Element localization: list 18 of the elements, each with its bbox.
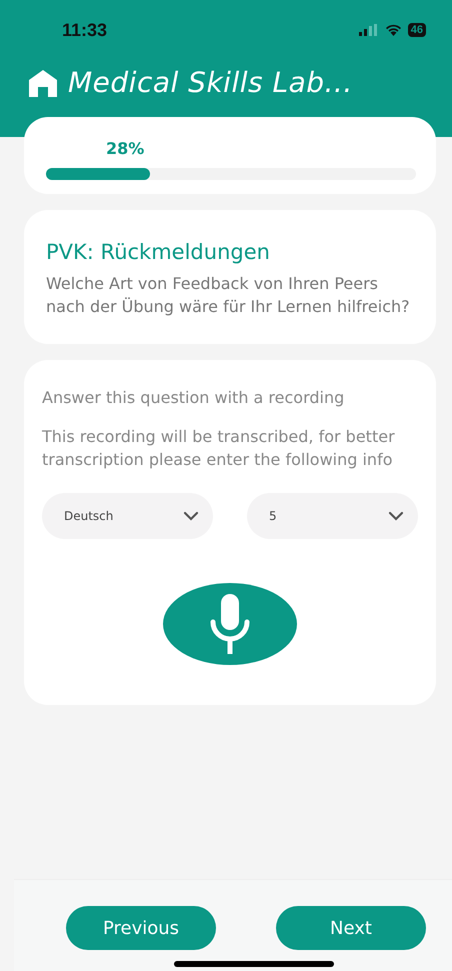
home-icon[interactable] [28,68,58,96]
app-title: Medical Skills Lab... [68,66,353,99]
chevron-down-icon [183,511,199,521]
dropdown[interactable]: 5 [247,493,418,539]
nav-button[interactable]: Next [276,906,426,950]
transcription-info: This recording will be transcribed, for better transcription please enter the following info [42,426,396,471]
microphone-icon [210,592,250,656]
chevron-down-icon [388,511,404,521]
question-text: Welche Art von Feedback von Ihren Peers nach der Übung wäre für Ihr Lernen hilfreich? [46,273,411,318]
wifi-icon [384,24,402,36]
dropdown[interactable]: Deutsch [42,493,213,539]
question-title: PVK: Rückmeldungen [46,240,271,264]
signal-icon [358,24,379,36]
nav-button[interactable]: Previous [66,906,216,950]
status-time: 11:33 [62,20,108,40]
progress-percent: 28% [105,139,146,158]
recording-instruction: Answer this question with a recording [42,387,346,409]
battery-level: 46 [408,23,426,37]
